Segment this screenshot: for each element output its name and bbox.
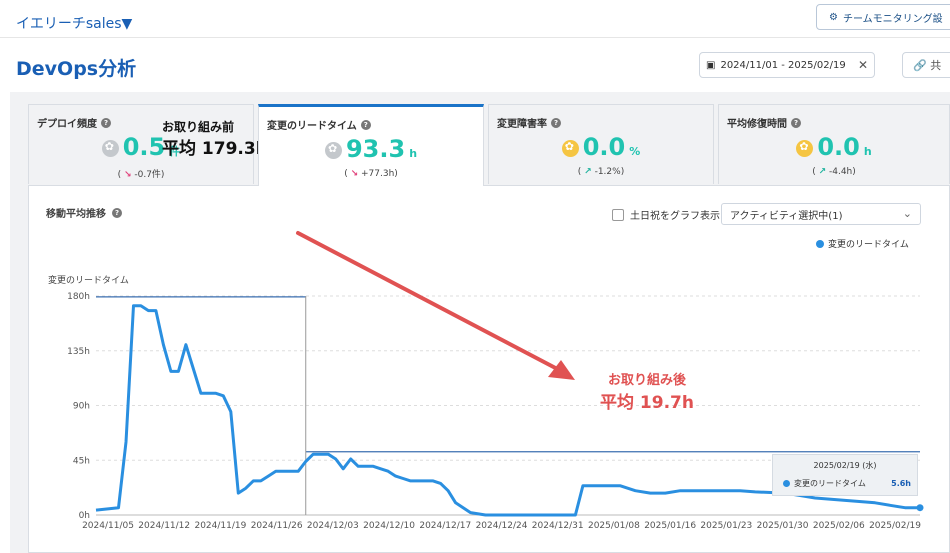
- y-axis-ticks: 0h 45h 90h 135h 180h: [67, 292, 90, 521]
- y-tick-label: 180h: [67, 292, 90, 302]
- x-tick-label: 2025/01/23: [700, 521, 752, 531]
- x-tick-label: 2024/11/19: [194, 521, 246, 531]
- tooltip-value: 5.6h: [891, 479, 911, 488]
- x-tick-label: 2024/11/12: [138, 521, 190, 531]
- metric-delta: ( ↘ +77.3h): [344, 169, 398, 179]
- x-tick-label: 2025/02/19: [869, 521, 921, 531]
- before-annotation: お取り組み前 平均 179.3h: [162, 116, 268, 160]
- y-tick-label: 0h: [79, 511, 90, 521]
- x-tick-label: 2024/12/17: [419, 521, 471, 531]
- x-tick-label: 2025/01/16: [644, 521, 696, 531]
- metric-unit: h: [409, 147, 418, 160]
- y-tick-label: 90h: [73, 402, 90, 412]
- x-tick-label: 2025/01/08: [588, 521, 640, 531]
- annotation-arrow: [296, 231, 575, 380]
- help-icon[interactable]: ?: [360, 119, 371, 130]
- y-tick-label: 135h: [67, 347, 90, 357]
- chart-tooltip: 2025/02/19 (水) 変更のリードタイム 5.6h: [772, 454, 918, 496]
- before-title: お取り組み前: [162, 120, 235, 134]
- x-tick-label: 2025/01/30: [757, 521, 809, 531]
- after-title: お取り組み後: [607, 373, 686, 388]
- tab-lead-time[interactable]: 変更のリードタイム? 93.3 h ( ↘ +77.3h): [258, 104, 484, 186]
- tooltip-dot: [783, 480, 790, 487]
- after-annotation: お取り組み後 平均 19.7h: [600, 370, 694, 414]
- before-average: 平均 179.3h: [162, 139, 268, 159]
- x-tick-label: 2024/12/10: [363, 521, 415, 531]
- x-tick-label: 2024/11/05: [82, 521, 134, 531]
- medal-icon: [324, 142, 342, 159]
- y-tick-label: 45h: [73, 456, 90, 466]
- tab-label: 変更のリードタイム: [267, 121, 357, 132]
- x-axis-ticks: 2024/11/05 2024/11/12 2024/11/19 2024/11/26…: [82, 521, 921, 531]
- metric-value: 93.3: [345, 135, 406, 163]
- x-tick-label: 2024/12/03: [307, 521, 359, 531]
- after-average: 平均 19.7h: [600, 393, 694, 413]
- x-tick-label: 2025/02/06: [813, 521, 865, 531]
- tooltip-date: 2025/02/19 (水): [813, 461, 877, 470]
- series-last-point: [916, 504, 924, 512]
- x-tick-label: 2024/12/31: [532, 521, 584, 531]
- x-tick-label: 2024/11/26: [251, 521, 303, 531]
- x-tick-label: 2024/12/24: [476, 521, 528, 531]
- tooltip-series: 変更のリードタイム: [794, 479, 866, 488]
- arrow-down-icon: ↘: [350, 169, 359, 179]
